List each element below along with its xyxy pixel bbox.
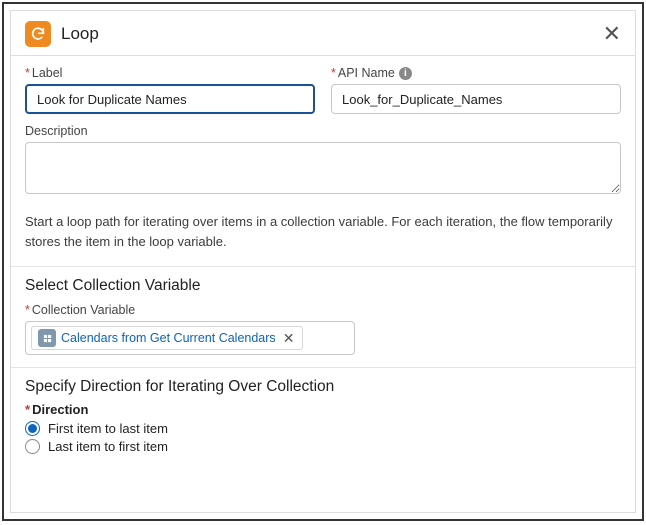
description-input[interactable] <box>25 142 621 194</box>
remove-pill-button[interactable]: ✕ <box>281 330 297 347</box>
api-name-label: API Namei <box>331 66 621 80</box>
collection-pill: Calendars from Get Current Calendars ✕ <box>31 326 303 350</box>
close-button[interactable]: ✕ <box>603 23 621 45</box>
loop-icon <box>25 21 51 47</box>
direction-label: Direction <box>25 402 621 417</box>
collection-section-title: Select Collection Variable <box>11 267 635 299</box>
help-text: Start a loop path for iterating over ite… <box>11 208 635 266</box>
direction-option-last[interactable]: Last item to first item <box>25 439 621 454</box>
collection-section: Collection Variable Calendars from Get C… <box>11 299 635 367</box>
description-field: Description <box>25 124 621 194</box>
direction-radio-first[interactable] <box>25 421 40 436</box>
collection-variable-label: Collection Variable <box>25 303 621 317</box>
collection-variable-input[interactable]: Calendars from Get Current Calendars ✕ <box>25 321 355 355</box>
api-name-input[interactable] <box>331 84 621 114</box>
label-input[interactable] <box>25 84 315 114</box>
collection-pill-text: Calendars from Get Current Calendars <box>61 331 276 345</box>
record-collection-icon <box>38 329 56 347</box>
direction-option-last-label: Last item to first item <box>48 439 168 454</box>
direction-option-first-label: First item to last item <box>48 421 168 436</box>
label-field-label: Label <box>25 66 315 80</box>
label-field: Label <box>25 66 315 114</box>
modal-inner: Loop ✕ Label API Namei Description Start… <box>10 10 636 513</box>
direction-group: Direction First item to last item Last i… <box>11 400 635 467</box>
info-icon[interactable]: i <box>399 67 412 80</box>
direction-section-title: Specify Direction for Iterating Over Col… <box>11 368 635 400</box>
direction-radio-last[interactable] <box>25 439 40 454</box>
description-label: Description <box>25 124 621 138</box>
basic-fields: Label API Namei Description <box>11 56 635 208</box>
modal-title: Loop <box>61 24 603 44</box>
loop-modal: Loop ✕ Label API Namei Description Start… <box>2 2 644 521</box>
direction-option-first[interactable]: First item to last item <box>25 421 621 436</box>
api-name-field: API Namei <box>331 66 621 114</box>
modal-header: Loop ✕ <box>11 11 635 55</box>
